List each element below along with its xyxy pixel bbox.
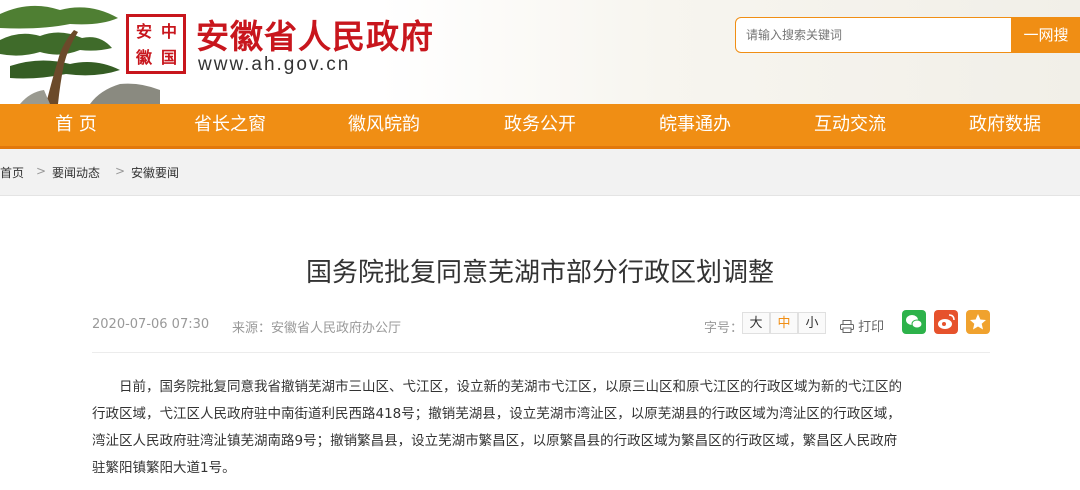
breadcrumb-anhui-news[interactable]: 安徽要闻: [131, 164, 179, 181]
search-button[interactable]: 一网搜: [1012, 17, 1080, 53]
nav-item-interaction[interactable]: 互动交流: [800, 104, 900, 146]
site-title: 安徽省人民政府: [196, 17, 434, 56]
main-nav: 首 页 省长之窗 徽风皖韵 政务公开 皖事通办 互动交流 政府数据: [0, 104, 1080, 149]
meta-divider: [92, 352, 990, 353]
wechat-share-button[interactable]: [902, 310, 926, 334]
article-title: 国务院批复同意芜湖市部分行政区划调整: [305, 258, 774, 288]
breadcrumb-separator: >: [115, 164, 126, 178]
nav-item-gov-affairs[interactable]: 政务公开: [490, 104, 590, 146]
nav-item-services[interactable]: 皖事通办: [645, 104, 745, 146]
breadcrumb-home[interactable]: 首页: [0, 164, 24, 181]
nav-item-culture[interactable]: 徽风皖韵: [334, 104, 434, 146]
article-body-line: 行政区域，弋江区人民政府驻中南街道利民西路418号；撤销芜湖县，设立芜湖市湾沚区…: [92, 406, 901, 422]
breadcrumb-separator: >: [36, 164, 47, 178]
font-size-large-button[interactable]: 大: [742, 312, 770, 334]
nav-item-home[interactable]: 首 页: [28, 104, 124, 146]
seal-logo: 安 中 徽 国: [126, 14, 186, 74]
font-size-small-button[interactable]: 小: [798, 312, 826, 334]
nav-item-governor[interactable]: 省长之窗: [180, 104, 280, 146]
nav-item-data[interactable]: 政府数据: [955, 104, 1055, 146]
wechat-icon: [906, 315, 923, 329]
seal-char: 安: [135, 22, 152, 41]
favorite-button[interactable]: [966, 310, 990, 334]
font-size-medium-button[interactable]: 中: [770, 312, 798, 334]
weibo-icon: [938, 314, 955, 329]
print-button[interactable]: 打印: [840, 316, 884, 335]
seal-char: 徽: [135, 48, 152, 67]
breadcrumb: 首页 > 要闻动态 > 安徽要闻: [0, 149, 1080, 195]
favorite-icon: [970, 314, 986, 330]
article-panel: 国务院批复同意芜湖市部分行政区划调整 2020-07-06 07:30 来源：安…: [0, 195, 1080, 490]
article-body-line: 湾沚区人民政府驻湾沚镇芜湖南路9号；撤销繁昌县，设立芜湖市繁昌区，以原繁昌县的行…: [92, 433, 898, 449]
article-date: 2020-07-06 07:30: [92, 317, 210, 332]
article-source: 来源：安徽省人民政府办公厅: [232, 321, 402, 336]
print-label: 打印: [858, 320, 885, 335]
search-input[interactable]: [735, 17, 1012, 53]
printer-icon: [840, 320, 854, 333]
article-body: 日前，国务院批复同意我省撤销芜湖市三山区、弋江区，设立新的芜湖市弋江区，以原三山…: [92, 374, 996, 482]
site-header: 安 中 徽 国 安徽省人民政府 www.ah.gov.cn 一网搜: [0, 0, 1080, 104]
article-body-line: 日前，国务院批复同意我省撤销芜湖市三山区、弋江区，设立新的芜湖市弋江区，以原三山…: [119, 379, 902, 395]
seal-char: 国: [160, 48, 177, 67]
breadcrumb-news[interactable]: 要闻动态: [52, 164, 100, 181]
weibo-share-button[interactable]: [934, 310, 958, 334]
seal-char: 中: [160, 22, 177, 41]
site-url: www.ah.gov.cn: [198, 54, 351, 75]
article-body-line: 驻繁阳镇繁阳大道1号。: [92, 460, 236, 476]
font-size-label: 字号：: [704, 321, 744, 336]
